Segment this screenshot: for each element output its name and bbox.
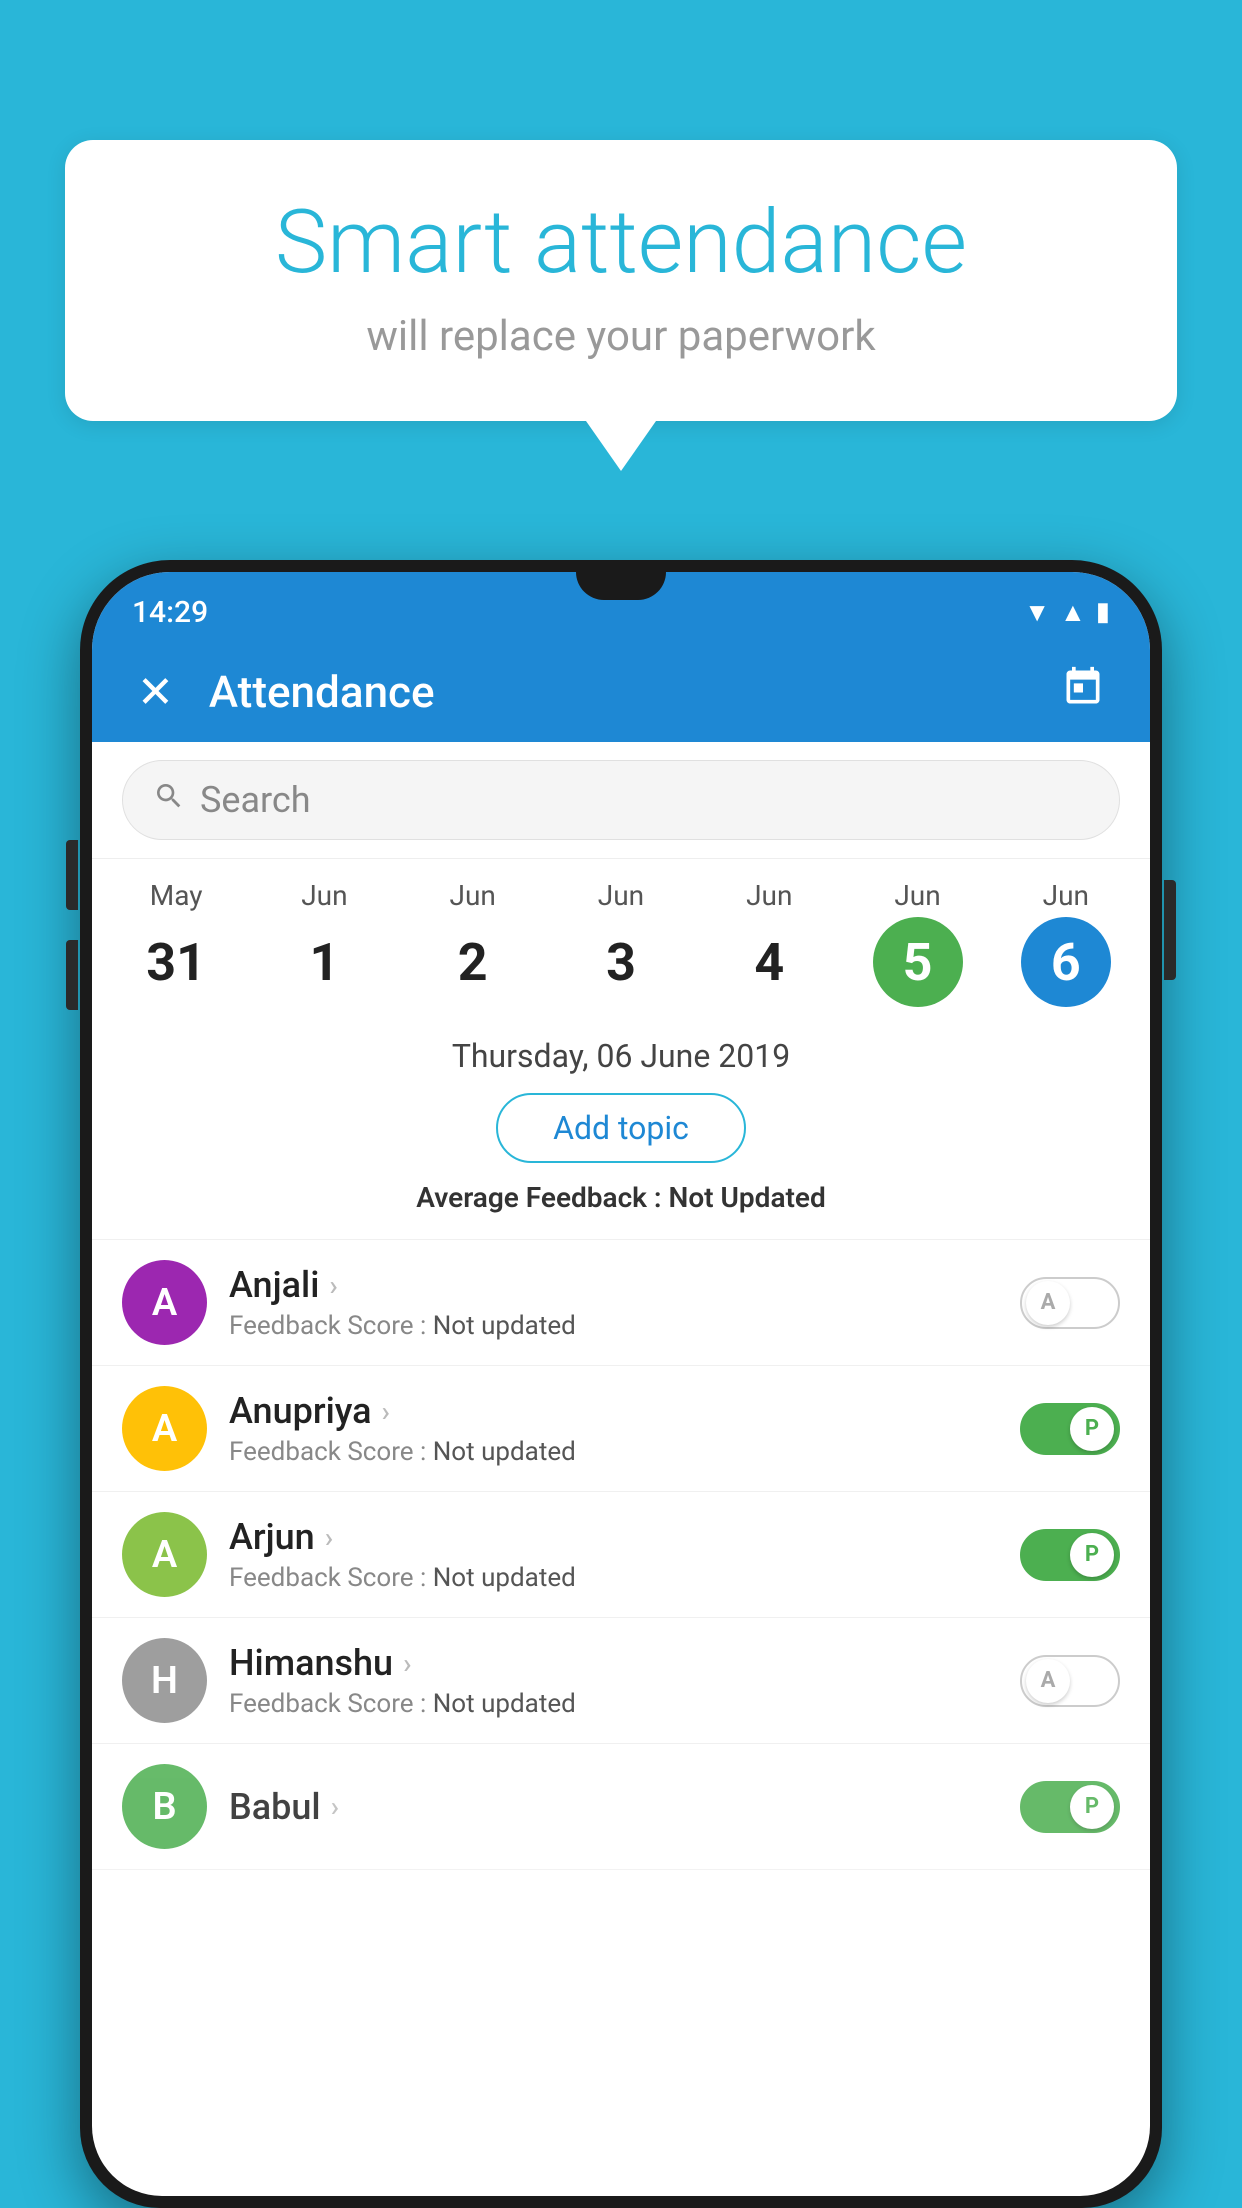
average-feedback: Average Feedback : Not Updated (92, 1181, 1150, 1229)
selected-date: Thursday, 06 June 2019 (92, 1037, 1150, 1075)
toggle-knob-anupriya: P (1070, 1407, 1114, 1451)
attendance-toggle-arjun[interactable]: P (1020, 1529, 1120, 1581)
phone-notch (576, 572, 666, 600)
volume-down-button[interactable] (66, 940, 78, 1010)
search-bar[interactable]: Search (122, 760, 1120, 840)
calendar-strip: May Jun Jun Jun Jun Jun Jun 31 1 2 (92, 859, 1150, 1017)
date-cell-6[interactable]: 6 (1001, 917, 1131, 1007)
chevron-icon-anjali: › (329, 1269, 337, 1302)
student-name-anjali: Anjali › (229, 1264, 998, 1306)
avatar-himanshu: H (122, 1638, 207, 1723)
feedback-score-anjali: Feedback Score : Not updated (229, 1311, 998, 1341)
date-1[interactable]: 1 (279, 917, 369, 1007)
date-3[interactable]: 3 (576, 917, 666, 1007)
feedback-score-himanshu: Feedback Score : Not updated (229, 1689, 998, 1719)
toggle-himanshu[interactable]: A (1020, 1655, 1120, 1707)
speech-bubble-container: Smart attendance will replace your paper… (65, 140, 1177, 471)
toggle-babul[interactable]: P (1020, 1781, 1120, 1833)
student-list: A Anjali › Feedback Score : Not updated … (92, 1240, 1150, 1870)
chevron-icon-babul: › (331, 1790, 339, 1823)
wifi-icon: ▼ (1024, 597, 1050, 628)
student-item-anjali[interactable]: A Anjali › Feedback Score : Not updated … (92, 1240, 1150, 1366)
date-cell-5[interactable]: 5 (853, 917, 983, 1007)
chevron-icon-himanshu: › (403, 1647, 411, 1680)
month-label-2: Jun (408, 879, 538, 912)
month-label-0: May (111, 879, 241, 912)
feedback-score-arjun: Feedback Score : Not updated (229, 1563, 998, 1593)
volume-up-button[interactable] (66, 840, 78, 910)
date-6-selected[interactable]: 6 (1021, 917, 1111, 1007)
attendance-toggle-anjali[interactable]: A (1020, 1277, 1120, 1329)
avatar-arjun: A (122, 1512, 207, 1597)
date-4[interactable]: 4 (724, 917, 814, 1007)
date-row: 31 1 2 3 4 5 6 (102, 917, 1140, 1007)
average-feedback-label: Average Feedback : (416, 1181, 668, 1214)
bubble-tail (586, 421, 656, 471)
student-info-anjali: Anjali › Feedback Score : Not updated (229, 1264, 998, 1341)
student-name-arjun: Arjun › (229, 1516, 998, 1558)
toggle-knob-arjun: P (1070, 1533, 1114, 1577)
student-item-himanshu[interactable]: H Himanshu › Feedback Score : Not update… (92, 1618, 1150, 1744)
date-cell-3[interactable]: 3 (556, 917, 686, 1007)
speech-bubble: Smart attendance will replace your paper… (65, 140, 1177, 421)
toggle-knob-himanshu: A (1026, 1659, 1070, 1703)
student-info-anupriya: Anupriya › Feedback Score : Not updated (229, 1390, 998, 1467)
student-item-anupriya[interactable]: A Anupriya › Feedback Score : Not update… (92, 1366, 1150, 1492)
close-button[interactable]: ✕ (127, 656, 184, 728)
month-label-1: Jun (259, 879, 389, 912)
month-label-4: Jun (704, 879, 834, 912)
chevron-icon-anupriya: › (382, 1395, 390, 1428)
student-info-arjun: Arjun › Feedback Score : Not updated (229, 1516, 998, 1593)
avatar-anjali: A (122, 1260, 207, 1345)
student-name-babul: Babul › (229, 1786, 998, 1828)
toggle-knob-babul: P (1070, 1785, 1114, 1829)
toggle-arjun[interactable]: P (1020, 1529, 1120, 1581)
month-label-3: Jun (556, 879, 686, 912)
toggle-anjali[interactable]: A (1020, 1277, 1120, 1329)
attendance-toggle-himanshu[interactable]: A (1020, 1655, 1120, 1707)
month-label-6: Jun (1001, 879, 1131, 912)
add-topic-button[interactable]: Add topic (496, 1093, 746, 1163)
student-item-arjun[interactable]: A Arjun › Feedback Score : Not updated P (92, 1492, 1150, 1618)
date-2[interactable]: 2 (428, 917, 518, 1007)
status-time: 14:29 (132, 595, 208, 630)
bubble-title: Smart attendance (125, 195, 1117, 292)
bubble-subtitle: will replace your paperwork (125, 312, 1117, 361)
feedback-score-anupriya: Feedback Score : Not updated (229, 1437, 998, 1467)
power-button[interactable] (1164, 880, 1176, 980)
search-icon (153, 780, 185, 820)
date-cell-2[interactable]: 2 (408, 917, 538, 1007)
student-name-himanshu: Himanshu › (229, 1642, 998, 1684)
battery-icon: ▮ (1096, 597, 1110, 627)
date-5-today[interactable]: 5 (873, 917, 963, 1007)
app-title: Attendance (209, 666, 1026, 718)
avatar-anupriya: A (122, 1386, 207, 1471)
app-bar: ✕ Attendance (92, 642, 1150, 742)
signal-icon: ▲ (1060, 597, 1086, 628)
student-item-babul[interactable]: B Babul › P (92, 1744, 1150, 1870)
student-info-babul: Babul › (229, 1786, 998, 1828)
attendance-toggle-anupriya[interactable]: P (1020, 1403, 1120, 1455)
attendance-toggle-babul[interactable]: P (1020, 1781, 1120, 1833)
student-info-himanshu: Himanshu › Feedback Score : Not updated (229, 1642, 998, 1719)
phone-screen: 14:29 ▼ ▲ ▮ ✕ Attendance (92, 572, 1150, 2196)
chevron-icon-arjun: › (325, 1521, 333, 1554)
month-row: May Jun Jun Jun Jun Jun Jun (102, 879, 1140, 912)
student-name-anupriya: Anupriya › (229, 1390, 998, 1432)
avatar-babul: B (122, 1764, 207, 1849)
search-container: Search (92, 742, 1150, 859)
toggle-anupriya[interactable]: P (1020, 1403, 1120, 1455)
date-cell-1[interactable]: 1 (259, 917, 389, 1007)
average-feedback-value: Not Updated (669, 1181, 826, 1214)
date-info: Thursday, 06 June 2019 Add topic Average… (92, 1017, 1150, 1240)
month-label-5: Jun (853, 879, 983, 912)
status-icons: ▼ ▲ ▮ (1024, 597, 1110, 628)
search-placeholder: Search (200, 779, 311, 821)
toggle-knob-anjali: A (1026, 1281, 1070, 1325)
calendar-button[interactable] (1051, 655, 1115, 730)
date-31[interactable]: 31 (131, 917, 221, 1007)
date-cell-4[interactable]: 4 (704, 917, 834, 1007)
date-cell-0[interactable]: 31 (111, 917, 241, 1007)
phone-frame: 14:29 ▼ ▲ ▮ ✕ Attendance (80, 560, 1162, 2208)
